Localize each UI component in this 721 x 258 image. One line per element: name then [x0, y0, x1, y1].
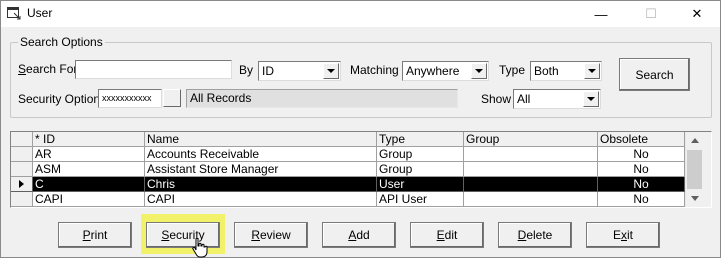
- cell-obsolete: No: [598, 162, 685, 177]
- search-options-title: Search Options: [18, 35, 105, 49]
- cell-group: [464, 177, 598, 192]
- print-button[interactable]: Print: [58, 222, 132, 248]
- security-option-lookup-button[interactable]: [163, 89, 181, 107]
- security-option-input[interactable]: xxxxxxxxxxx: [98, 89, 162, 108]
- security-button[interactable]: Security: [146, 222, 220, 248]
- matching-select-value: Anywhere: [406, 64, 460, 78]
- show-label: Show: [481, 92, 512, 106]
- search-for-input[interactable]: [75, 60, 232, 79]
- cell-obsolete: No: [598, 177, 685, 192]
- by-select-value: ID: [262, 64, 274, 78]
- chevron-down-icon[interactable]: [584, 63, 600, 79]
- current-row-icon: [19, 180, 24, 188]
- chevron-down-icon[interactable]: [583, 91, 599, 107]
- review-button-label: Review: [251, 228, 291, 242]
- cell-type: API User: [377, 192, 464, 207]
- exit-button[interactable]: Exit: [586, 222, 660, 248]
- window-icon: [7, 7, 21, 20]
- scrollbar-thumb[interactable]: [687, 150, 702, 189]
- edit-button-label: Edit: [436, 228, 458, 242]
- add-button-label: Add: [348, 228, 370, 242]
- chevron-down-icon[interactable]: [471, 63, 487, 79]
- search-button[interactable]: Search: [619, 58, 690, 91]
- show-select-value: All: [517, 92, 531, 106]
- by-label: By: [239, 63, 254, 77]
- pointer-cursor-icon: [192, 238, 208, 258]
- column-header-group[interactable]: Group: [464, 132, 598, 147]
- row-selector[interactable]: [11, 147, 33, 162]
- cell-name: Chris: [145, 177, 377, 192]
- cell-group: [464, 147, 598, 162]
- cell-id: AR: [33, 147, 145, 162]
- type-select[interactable]: Both: [530, 61, 602, 81]
- scroll-up-icon[interactable]: [686, 132, 703, 149]
- cell-group: [464, 192, 598, 207]
- row-selector[interactable]: [11, 192, 33, 207]
- scroll-down-icon[interactable]: [686, 190, 703, 207]
- title-bar: User — ☐ ✕: [1, 1, 720, 27]
- review-button[interactable]: Review: [234, 222, 308, 248]
- column-header-name[interactable]: Name: [145, 132, 377, 147]
- add-button[interactable]: Add: [322, 222, 396, 248]
- cell-group: [464, 162, 598, 177]
- close-button[interactable]: ✕: [674, 1, 720, 27]
- search-for-label: Search For: [18, 62, 78, 76]
- maximize-button[interactable]: ☐: [628, 1, 674, 27]
- minimize-button[interactable]: —: [578, 1, 624, 27]
- cell-obsolete: No: [598, 147, 685, 162]
- matching-label: Matching: [350, 63, 399, 77]
- cell-id: C: [33, 177, 145, 192]
- users-grid[interactable]: * ID Name Type Group Obsolete AR Account…: [10, 131, 712, 208]
- grid-header-row: * ID Name Type Group Obsolete: [11, 132, 685, 147]
- column-header-obsolete[interactable]: Obsolete: [598, 132, 685, 147]
- search-for-label-rest: earch For: [26, 62, 78, 76]
- cell-type: User: [377, 177, 464, 192]
- grid-vertical-scrollbar[interactable]: [685, 132, 703, 207]
- cell-name: Assistant Store Manager: [145, 162, 377, 177]
- print-button-label: Print: [82, 228, 108, 242]
- cell-obsolete: No: [598, 192, 685, 207]
- cell-name: Accounts Receivable: [145, 147, 377, 162]
- user-window: User — ☐ ✕ Search Options Search For By …: [0, 0, 721, 258]
- cell-name: CAPI: [145, 192, 377, 207]
- table-row-selected[interactable]: C Chris User No: [11, 177, 685, 192]
- column-header-type[interactable]: Type: [377, 132, 464, 147]
- type-select-value: Both: [534, 64, 559, 78]
- cell-type: Group: [377, 162, 464, 177]
- row-selector[interactable]: [11, 177, 33, 192]
- cell-id: ASM: [33, 162, 145, 177]
- type-label: Type: [499, 63, 526, 77]
- delete-button[interactable]: Delete: [498, 222, 572, 248]
- delete-button-label: Delete: [517, 228, 553, 242]
- cell-type: Group: [377, 147, 464, 162]
- cell-id: CAPI: [33, 192, 145, 207]
- show-select[interactable]: All: [513, 89, 601, 109]
- edit-button[interactable]: Edit: [410, 222, 484, 248]
- security-option-label: Security Option: [18, 92, 101, 106]
- table-row[interactable]: CAPI CAPI API User No: [11, 192, 685, 207]
- table-row[interactable]: AR Accounts Receivable Group No: [11, 147, 685, 162]
- window-title: User: [27, 6, 53, 20]
- matching-select[interactable]: Anywhere: [402, 61, 489, 81]
- column-header-id[interactable]: * ID: [33, 132, 145, 147]
- chevron-down-icon[interactable]: [323, 63, 339, 79]
- exit-button-label: Exit: [612, 228, 633, 242]
- by-select[interactable]: ID: [258, 61, 341, 81]
- table-row[interactable]: ASM Assistant Store Manager Group No: [11, 162, 685, 177]
- row-header-corner: [11, 132, 33, 147]
- records-display: All Records: [186, 89, 458, 108]
- row-selector[interactable]: [11, 162, 33, 177]
